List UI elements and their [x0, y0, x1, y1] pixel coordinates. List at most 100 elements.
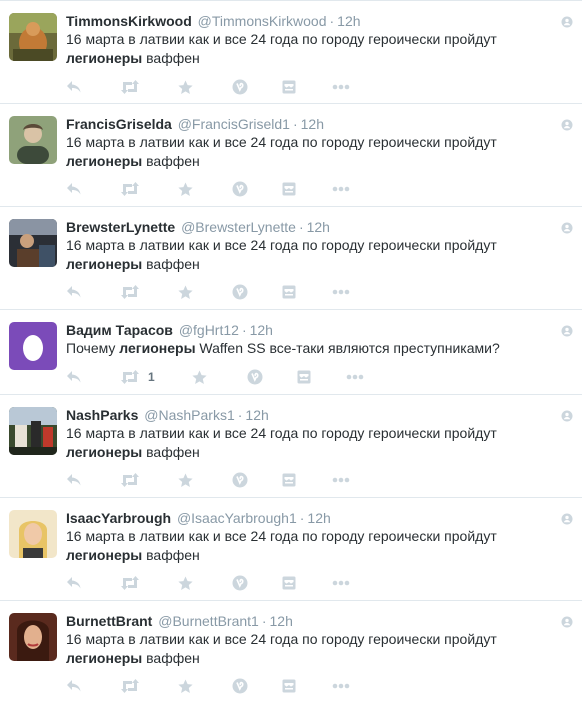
user-handle[interactable]: @IsaacYarbrough1: [177, 510, 297, 526]
more-button[interactable]: [346, 367, 364, 387]
user-fullname[interactable]: BurnettBrant: [66, 613, 152, 629]
summary-card-icon: [282, 285, 296, 299]
retweet-button[interactable]: [120, 470, 148, 490]
favorite-button[interactable]: [178, 470, 193, 490]
more-button[interactable]: [332, 573, 350, 593]
retweet-button[interactable]: [120, 77, 148, 97]
user-handle[interactable]: @fgHrt12: [179, 322, 239, 338]
reply-button[interactable]: [66, 676, 82, 696]
user-fullname[interactable]: BrewsterLynette: [66, 219, 175, 235]
tweet-stream: TimmonsKirkwood @TimmonsKirkwood · 12h 16 …: [0, 0, 582, 705]
vine-button[interactable]: [232, 282, 248, 302]
reply-button[interactable]: [66, 77, 82, 97]
summary-card-button[interactable]: [282, 573, 296, 593]
follow-circle-icon[interactable]: [561, 16, 573, 28]
tweet[interactable]: Вадим Тарасов @fgHrt12 · 12h Почему легион…: [0, 310, 582, 395]
vine-button[interactable]: [232, 573, 248, 593]
summary-card-icon: [282, 473, 296, 487]
star-icon: [178, 285, 193, 299]
favorite-button[interactable]: [178, 179, 193, 199]
timestamp[interactable]: 12h: [337, 13, 360, 29]
more-button[interactable]: [332, 470, 350, 490]
user-fullname[interactable]: TimmonsKirkwood: [66, 13, 192, 29]
retweet-button[interactable]: [120, 676, 148, 696]
retweet-button[interactable]: 1: [120, 367, 155, 387]
tweet[interactable]: BurnettBrant @BurnettBrant1 · 12h 16 марта…: [0, 601, 582, 705]
avatar[interactable]: [9, 322, 57, 370]
avatar[interactable]: [9, 613, 57, 661]
reply-button[interactable]: [66, 282, 82, 302]
avatar[interactable]: [9, 219, 57, 267]
avatar[interactable]: [9, 407, 57, 455]
summary-card-button[interactable]: [282, 676, 296, 696]
favorite-button[interactable]: [178, 77, 193, 97]
vine-button[interactable]: [232, 179, 248, 199]
vine-button[interactable]: [232, 676, 248, 696]
user-handle[interactable]: @TimmonsKirkwood: [198, 13, 327, 29]
retweet-button[interactable]: [120, 282, 148, 302]
vine-icon: [247, 369, 263, 385]
reply-button[interactable]: [66, 470, 82, 490]
reply-icon: [67, 474, 81, 486]
tweet[interactable]: IsaacYarbrough @IsaacYarbrough1 · 12h 16 м…: [0, 498, 582, 601]
favorite-button[interactable]: [178, 573, 193, 593]
reply-button[interactable]: [66, 179, 82, 199]
favorite-button[interactable]: [178, 676, 193, 696]
timestamp[interactable]: 12h: [270, 613, 293, 629]
favorite-button[interactable]: [178, 282, 193, 302]
more-button[interactable]: [332, 179, 350, 199]
timestamp[interactable]: 12h: [250, 322, 273, 338]
favorite-button[interactable]: [192, 367, 207, 387]
vine-button[interactable]: [247, 367, 263, 387]
summary-card-button[interactable]: [282, 282, 296, 302]
user-fullname[interactable]: IsaacYarbrough: [66, 510, 171, 526]
avatar[interactable]: [9, 116, 57, 164]
user-handle[interactable]: @FrancisGriseld1: [178, 116, 290, 132]
timestamp[interactable]: 12h: [301, 116, 324, 132]
user-fullname[interactable]: Вадим Тарасов: [66, 322, 173, 338]
summary-card-button[interactable]: [282, 77, 296, 97]
timestamp[interactable]: 12h: [307, 510, 330, 526]
user-handle[interactable]: @BrewsterLynette: [181, 219, 296, 235]
avatar[interactable]: [9, 13, 57, 61]
reply-button[interactable]: [66, 573, 82, 593]
user-fullname[interactable]: FrancisGriselda: [66, 116, 172, 132]
star-icon: [192, 370, 207, 384]
tweet[interactable]: TimmonsKirkwood @TimmonsKirkwood · 12h 16 …: [0, 0, 582, 104]
follow-circle-icon[interactable]: [561, 616, 573, 628]
follow-circle-icon[interactable]: [561, 513, 573, 525]
tweet[interactable]: BrewsterLynette @BrewsterLynette · 12h 16 …: [0, 207, 582, 310]
reply-button[interactable]: [66, 367, 82, 387]
follow-circle-icon[interactable]: [561, 325, 573, 337]
timestamp[interactable]: 12h: [307, 219, 330, 235]
avatar[interactable]: [9, 510, 57, 558]
more-button[interactable]: [332, 77, 350, 97]
star-icon: [178, 80, 193, 94]
tweet-text: 16 марта в латвии как и все 24 года по г…: [66, 528, 497, 563]
tweet-text: 16 марта в латвии как и все 24 года по г…: [66, 631, 497, 666]
separator: ·: [241, 322, 247, 338]
follow-circle-icon[interactable]: [561, 119, 573, 131]
tweet-text: Почему легионеры Waffen SS все-таки явля…: [66, 340, 500, 356]
follow-circle-icon[interactable]: [561, 222, 573, 234]
user-handle[interactable]: @BurnettBrant1: [158, 613, 259, 629]
retweet-button[interactable]: [120, 179, 148, 199]
timestamp[interactable]: 12h: [245, 407, 268, 423]
vine-button[interactable]: [232, 470, 248, 490]
tweet[interactable]: NashParks @NashParks1 · 12h 16 марта в лат…: [0, 395, 582, 498]
vine-button[interactable]: [232, 77, 248, 97]
follow-circle-icon[interactable]: [561, 410, 573, 422]
reply-icon: [67, 81, 81, 93]
user-handle[interactable]: @NashParks1: [144, 407, 234, 423]
summary-card-button[interactable]: [282, 179, 296, 199]
summary-card-button[interactable]: [297, 367, 311, 387]
retweet-icon: [121, 182, 139, 196]
tweet-text: 16 марта в латвии как и все 24 года по г…: [66, 237, 497, 272]
tweet[interactable]: FrancisGriselda @FrancisGriseld1 · 12h 16 …: [0, 104, 582, 207]
more-button[interactable]: [332, 676, 350, 696]
user-fullname[interactable]: NashParks: [66, 407, 138, 423]
summary-card-button[interactable]: [282, 470, 296, 490]
more-button[interactable]: [332, 282, 350, 302]
retweet-button[interactable]: [120, 573, 148, 593]
summary-card-icon: [282, 576, 296, 590]
